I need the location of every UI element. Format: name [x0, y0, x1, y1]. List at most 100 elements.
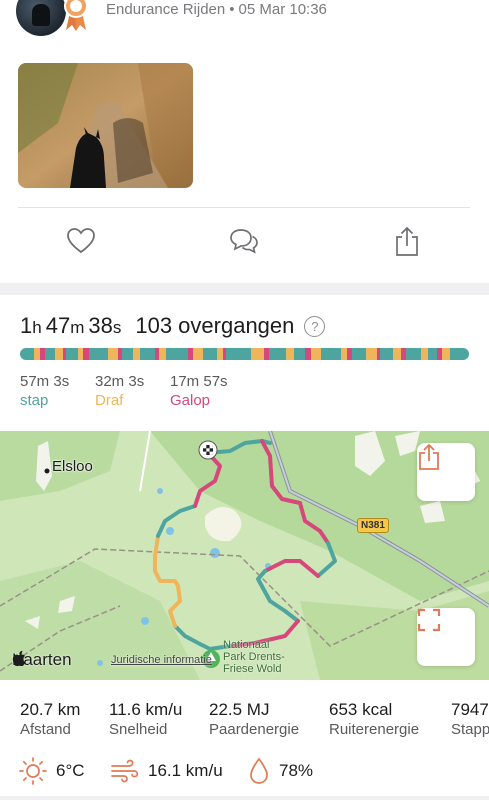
gait-segment-draf — [108, 348, 118, 360]
map-expand-button[interactable] — [417, 608, 475, 666]
droplet-icon — [250, 757, 268, 784]
ride-photo[interactable] — [18, 63, 193, 188]
gait-segment-stap — [65, 348, 79, 360]
map-place-label: Elsloo — [52, 458, 93, 475]
stat-distance: 20.7 km Afstand — [20, 700, 80, 740]
ride-stats: 20.7 km Afstand 11.6 km/u Snelheid 22.5 … — [0, 700, 489, 744]
hours-unit: h — [32, 318, 42, 337]
gait-segment-stap — [89, 348, 109, 360]
stat-label: Snelheid — [109, 721, 168, 738]
post-actions — [0, 224, 489, 268]
weather-humidity: 78% — [247, 756, 313, 786]
post-meta: Endurance Rijden • 05 Mar 10:36 — [106, 1, 327, 18]
gait-segment-stap — [45, 348, 55, 360]
gait-segment-stap — [268, 348, 287, 360]
help-icon[interactable]: ? — [304, 316, 326, 337]
gait-time: 17m 57s — [170, 373, 228, 390]
stat-value: 653 kcal — [329, 700, 393, 719]
park-label-line: Nationaal — [223, 639, 270, 651]
separator-dot: • — [229, 1, 235, 18]
ride-photo-image — [18, 63, 193, 188]
gait-segment-stap — [380, 348, 394, 360]
route-map[interactable]: Elsloo N381 Nationaal Park Drents- Fries… — [0, 431, 489, 680]
park-label-line: Park Drents- — [223, 651, 285, 663]
gait-galop: 17m 57s Galop — [170, 372, 228, 410]
comment-icon — [230, 229, 258, 254]
seconds-unit: s — [112, 318, 122, 337]
share-button[interactable] — [390, 224, 424, 258]
share-icon — [419, 443, 439, 470]
gait-segment-draf — [158, 348, 167, 360]
heart-icon — [67, 228, 95, 254]
like-button[interactable] — [64, 224, 98, 258]
stat-rider-energy: 653 kcal Ruiterenergie — [329, 700, 419, 740]
gait-segment-stap — [226, 348, 252, 360]
gait-name: stap — [20, 392, 49, 409]
ride-summary: 1h 47 m 38 s 103 overgangen ? — [20, 313, 480, 343]
expand-icon — [417, 608, 441, 632]
stat-value: 20.7 km — [20, 700, 81, 719]
gait-segment-stap — [352, 348, 367, 360]
duration-hours: 1 — [20, 313, 33, 338]
gait-segment-stap — [139, 348, 156, 360]
stat-steps: 7947 Stappen — [451, 700, 489, 740]
comment-button[interactable] — [227, 224, 261, 258]
transitions-count: 103 overgangen — [135, 313, 295, 338]
weather-conditions: 6°C 16.1 km/u 78% — [18, 756, 488, 786]
park-label: Nationaal Park Drents- Friese Wold — [223, 639, 285, 675]
gait-stap: 57m 3s stap — [20, 372, 69, 410]
weather-wind: 16.1 km/u — [110, 756, 223, 786]
avatar[interactable] — [16, 0, 66, 36]
legal-info-link[interactable]: Juridische informatie — [111, 654, 212, 666]
gait-name: Draf — [95, 392, 124, 409]
gait-segment-draf — [311, 348, 321, 360]
gait-segment-stap — [405, 348, 422, 360]
post-date: 05 Mar 10:36 — [238, 1, 327, 18]
ribbon-badge-icon — [64, 0, 88, 31]
stat-label: Stappen — [451, 721, 489, 738]
stat-label: Ruiterenergie — [329, 721, 420, 738]
divider — [18, 207, 470, 208]
gait-segment-stap — [166, 348, 189, 360]
gait-draf: 32m 3s Draf — [95, 372, 144, 410]
stat-label: Afstand — [20, 721, 71, 738]
temperature-value: 6°C — [56, 761, 85, 780]
gait-segment-stap — [202, 348, 217, 360]
gait-time: 32m 3s — [95, 373, 145, 390]
duration-seconds: 38 — [88, 313, 113, 338]
sun-icon — [19, 757, 47, 785]
stat-value: 11.6 km/u — [109, 700, 183, 719]
section-gap — [0, 796, 489, 800]
park-label-line: Friese Wold — [223, 663, 282, 675]
gait-segment-draf — [393, 348, 401, 360]
humidity-value: 78% — [279, 761, 314, 780]
wind-icon — [111, 759, 139, 783]
gait-segment-draf — [251, 348, 264, 360]
weather-temperature: 6°C — [18, 756, 85, 786]
gait-segment-draf — [441, 348, 450, 360]
gait-time: 57m 3s — [20, 373, 70, 390]
apple-logo-icon — [12, 650, 25, 666]
gait-breakdown: 57m 3s stap 32m 3s Draf 17m 57s Galop — [20, 372, 480, 412]
gait-segment-stap — [449, 348, 469, 360]
map-share-button[interactable] — [417, 443, 475, 501]
gait-segment-draf — [366, 348, 378, 360]
stat-label: Paardenergie — [209, 721, 300, 738]
gait-segment-draf — [286, 348, 294, 360]
duration-minutes: 47 — [45, 313, 71, 338]
gait-segment-stap — [122, 348, 134, 360]
stat-horse-energy: 22.5 MJ Paardenergie — [209, 700, 299, 740]
maps-brand: Kaarten — [12, 650, 72, 670]
stat-value: 22.5 MJ — [209, 700, 270, 719]
post-header: Endurance Rijden • 05 Mar 10:36 — [0, 0, 489, 44]
share-icon — [396, 226, 418, 256]
stat-speed: 11.6 km/u Snelheid — [109, 700, 182, 740]
road-label: N381 — [357, 518, 389, 533]
gait-timeline-bar — [20, 348, 469, 360]
gait-segment-stap — [320, 348, 342, 360]
minutes-unit: m — [70, 318, 85, 337]
section-gap — [0, 283, 489, 295]
club-name[interactable]: Endurance Rijden — [106, 1, 225, 18]
gait-segment-draf — [54, 348, 63, 360]
horse-silhouette — [32, 4, 50, 26]
